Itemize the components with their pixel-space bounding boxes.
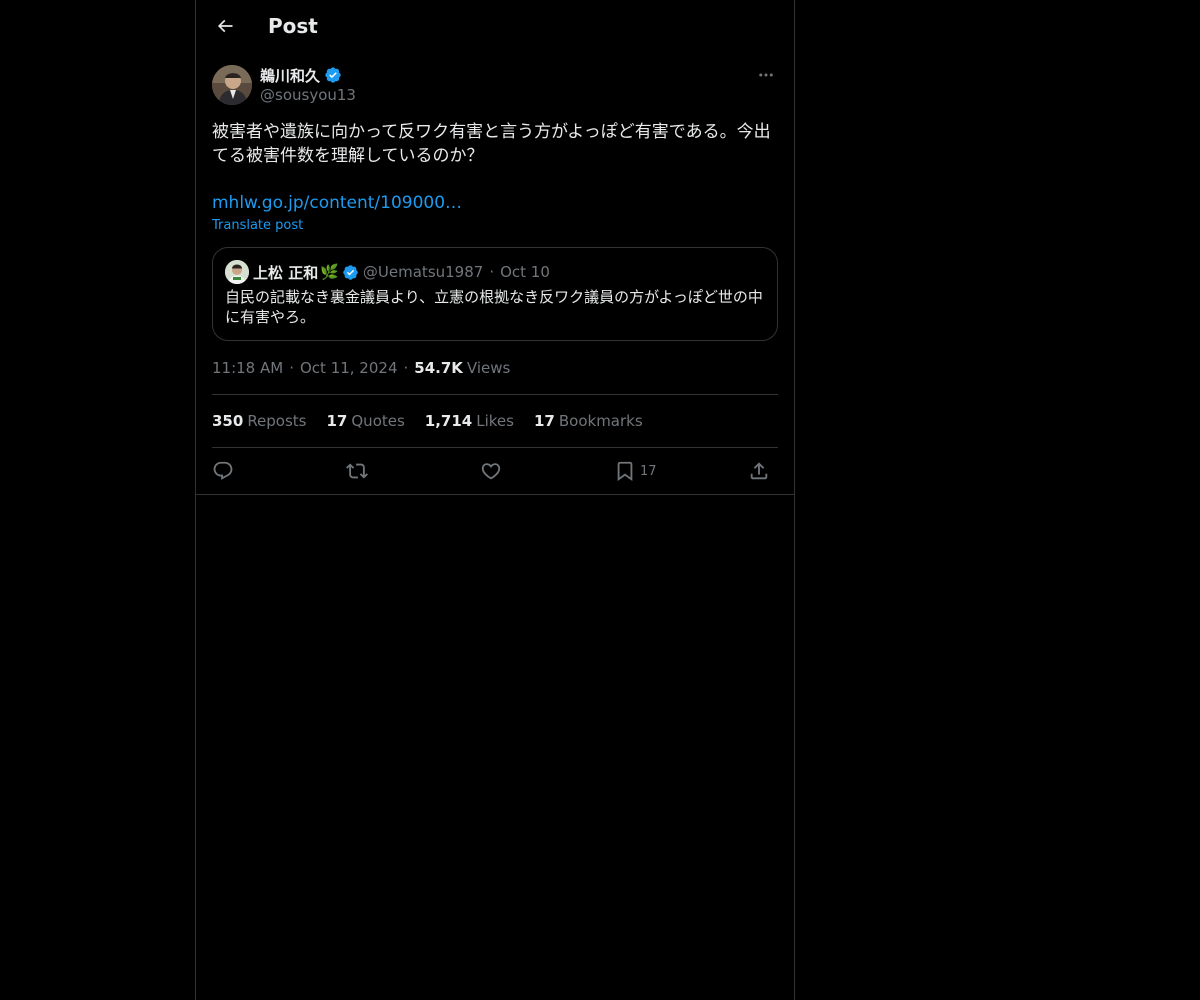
reply-icon (213, 461, 233, 480)
repost-button[interactable] (346, 458, 368, 484)
translate-post-link[interactable]: Translate post (212, 218, 303, 233)
quote-separator: · (489, 263, 495, 281)
like-button[interactable] (480, 458, 502, 484)
likes-stat[interactable]: 1,714 Likes (425, 412, 514, 430)
quotes-stat[interactable]: 17 Quotes (327, 412, 405, 430)
post-meta: 11:18 AM · Oct 11, 2024 · 54.7K Views (212, 358, 510, 378)
bookmark-button[interactable]: 17 (614, 458, 657, 484)
back-arrow-icon (217, 19, 233, 33)
post-header: Post (196, 0, 794, 53)
more-dots-icon (759, 73, 773, 77)
author-name[interactable]: 鵜川和久 (260, 65, 320, 86)
meta-separator-2: · (403, 359, 409, 377)
bookmarks-count: 17 (533, 412, 555, 430)
bookmarks-label: Bookmarks (558, 412, 643, 430)
share-icon (750, 462, 768, 480)
author-handle[interactable]: @sousyou13 (260, 86, 356, 104)
reposts-stat[interactable]: 350 Reposts (212, 412, 307, 430)
likes-count: 1,714 (424, 412, 473, 430)
post-bottom-border (196, 494, 794, 495)
action-bar: 17 (212, 458, 778, 484)
more-options-button[interactable] (754, 64, 778, 86)
post-column: Post 鵜川和久 @sousyou13 被害者や遺族に向かって反ワク有害と言う… (195, 0, 795, 1000)
author-name-wrap: 鵜川和久 (260, 64, 342, 86)
quote-header: 上松 正和 🌿 @Uematsu1987 · Oct 10 (225, 260, 550, 284)
quote-name-emoji: 🌿 (320, 263, 339, 281)
bookmarks-stat[interactable]: 17 Bookmarks (534, 412, 643, 430)
post-time[interactable]: 11:18 AM (212, 359, 283, 377)
quote-author-name: 上松 正和 (253, 263, 319, 282)
repost-icon (346, 463, 368, 479)
views-label: Views (466, 359, 511, 377)
bookmark-icon (617, 461, 633, 482)
share-button[interactable] (748, 458, 770, 484)
quote-avatar (225, 260, 249, 284)
likes-label: Likes (476, 412, 514, 430)
divider-top (212, 394, 778, 395)
author-row: 鵜川和久 @sousyou13 (212, 64, 778, 108)
quoted-post-card[interactable]: 上松 正和 🌿 @Uematsu1987 · Oct 10 自民の記載なき裏金議… (212, 247, 778, 341)
heart-icon (481, 463, 501, 480)
verified-badge-icon (325, 67, 341, 83)
bookmark-count: 17 (640, 463, 657, 479)
quote-verified-badge-icon (343, 264, 358, 280)
quotes-label: Quotes (351, 412, 405, 430)
post-date[interactable]: Oct 11, 2024 (300, 359, 398, 377)
quote-date: Oct 10 (500, 263, 550, 281)
reply-button[interactable] (212, 458, 234, 484)
back-button[interactable] (208, 9, 242, 43)
quote-text: 自民の記載なき裏金議員より、立憲の根拠なき反ワク議員の方がよっぽど世の中に有害や… (225, 288, 763, 326)
author-avatar[interactable] (212, 65, 252, 105)
divider-bottom (212, 447, 778, 448)
meta-separator: · (289, 359, 294, 377)
quotes-count: 17 (326, 412, 348, 430)
avatar-image (212, 65, 252, 105)
quote-author-handle: @Uematsu1987 (362, 263, 484, 281)
post-stats: 350 Reposts 17 Quotes 1,714 Likes 17 Bookmar… (212, 411, 663, 431)
reposts-count: 350 (212, 412, 244, 430)
page-title: Post (268, 14, 318, 38)
reposts-label: Reposts (247, 412, 307, 430)
views-count: 54.7K (414, 359, 463, 377)
quote-avatar-image (225, 260, 249, 284)
post-text: 被害者や遺族に向かって反ワク有害と言う方がよっぽど有害である。今出てる被害件数を… (212, 122, 771, 166)
post-link[interactable]: mhlw.go.jp/content/109000… (212, 191, 462, 215)
